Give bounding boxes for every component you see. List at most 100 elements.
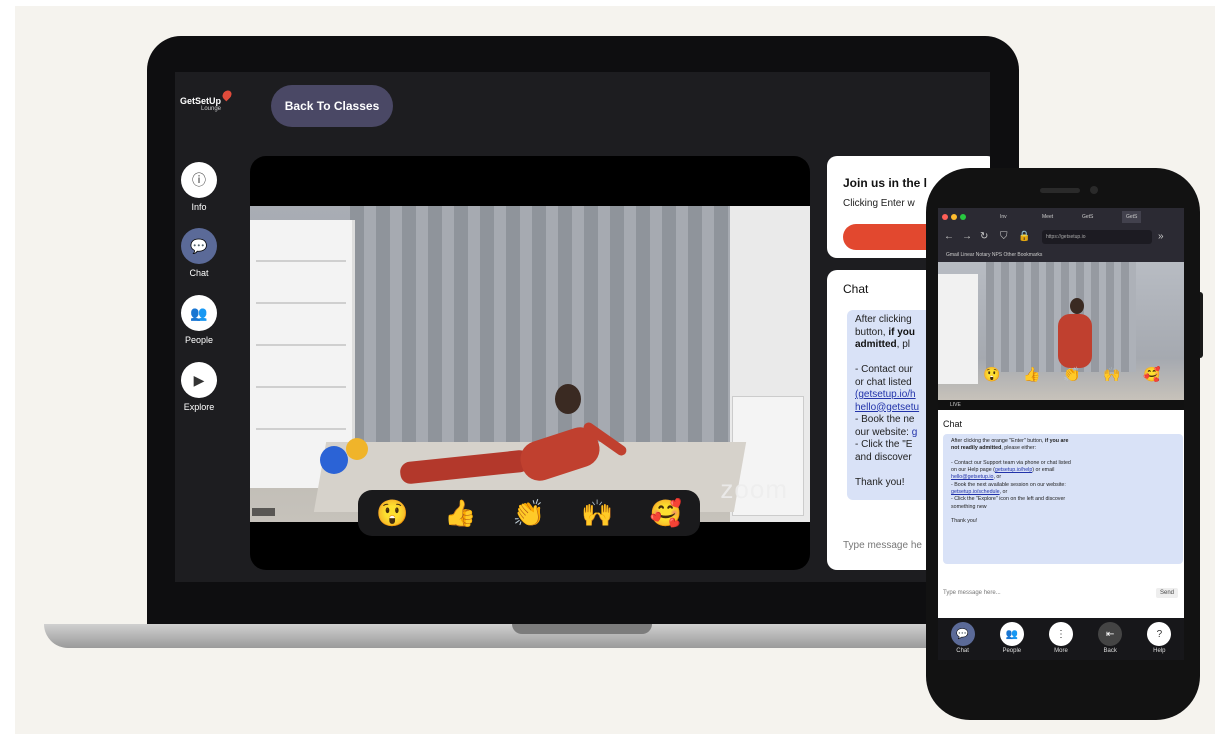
chat-title: Chat [843, 282, 869, 296]
close-window-icon[interactable] [942, 214, 948, 220]
exercise-ball [346, 438, 368, 460]
nav-item-more[interactable]: ⋮ More [1044, 622, 1078, 654]
reaction-bar: 😲 👍 👏 🙌 🥰 [972, 366, 1172, 383]
address-bar[interactable]: https://getsetup.io [1042, 230, 1152, 244]
nav-item-people[interactable]: 👥 People [995, 622, 1029, 654]
nav-item-back[interactable]: ⇤ Back [1093, 622, 1127, 654]
people-icon: 👥 [999, 622, 1024, 646]
forward-arrow-icon[interactable]: → [962, 230, 972, 244]
chat-line: Thank you! [951, 518, 978, 525]
explore-icon: ▶ [181, 362, 217, 398]
video-frame: zoom [250, 206, 810, 522]
phone-bottom-nav: 💬 Chat 👥 People ⋮ More ⇤ Back ? Help [938, 618, 1184, 660]
join-subtitle: Clicking Enter w [843, 198, 915, 209]
nav-item-label: Help [1153, 648, 1166, 654]
shield-icon: ⛉ [1000, 231, 1008, 242]
chat-message: After clicking the orange "Enter" button… [943, 434, 1183, 564]
logo-text: GetSetUp [180, 96, 222, 106]
phone-speaker [1040, 188, 1080, 193]
extensions-icon[interactable]: » [1158, 230, 1164, 244]
help-link[interactable]: getsetup.io/help [995, 467, 1032, 473]
chat-line: not readily admitted, please either: [951, 445, 1037, 452]
lock-icon: 🔒 [1018, 231, 1031, 242]
browser-tab-active[interactable]: GetS [1122, 211, 1142, 223]
instructor [1058, 314, 1092, 368]
chat-icon: 💬 [950, 622, 975, 646]
sidebar-item-label: People [184, 335, 214, 345]
video-player[interactable]: zoom 😲 👍 👏 🙌 🥰 [250, 156, 810, 570]
sidebar-item-info[interactable]: ⓘ Info [179, 162, 219, 212]
instructor [1070, 298, 1084, 314]
sidebar-item-label: Info [191, 202, 207, 212]
astonished-reaction-icon[interactable]: 😲 [983, 366, 1000, 383]
chat-line: - Book the next available session on our… [951, 481, 1066, 488]
reload-icon[interactable]: ↻ [980, 230, 988, 244]
back-arrow-icon[interactable]: ← [944, 230, 954, 244]
browser-tab[interactable]: GetS [1078, 211, 1097, 223]
nav-item-chat[interactable]: 💬 Chat [946, 622, 980, 654]
astonished-reaction-icon[interactable]: 😲 [376, 498, 408, 529]
phone-camera [1090, 186, 1098, 194]
browser-tab[interactable]: Meet [1038, 211, 1057, 223]
participant-name-tag [252, 508, 275, 516]
nav-item-label: More [1054, 648, 1068, 654]
phone-frame: Inv Meet GetS GetS ← → ↻ ⛉ 🔒 https://get… [926, 168, 1200, 720]
reaction-bar: 😲 👍 👏 🙌 🥰 [358, 490, 700, 536]
minimize-window-icon[interactable] [951, 214, 957, 220]
email-link[interactable]: hello@getsetu [855, 402, 919, 413]
logo-sub: Lounge [200, 106, 222, 112]
heart-face-reaction-icon[interactable]: 🥰 [650, 498, 682, 529]
heart-face-reaction-icon[interactable]: 🥰 [1143, 366, 1160, 383]
instructor [555, 384, 581, 414]
nav-item-label: Back [1103, 648, 1117, 654]
raised-hands-reaction-icon[interactable]: 🙌 [581, 498, 613, 529]
zoom-watermark: zoom [720, 474, 788, 504]
sidebar-item-people[interactable]: 👥 People [179, 295, 219, 345]
chat-title: Chat [943, 419, 963, 429]
sidebar-item-label: Chat [189, 268, 209, 278]
back-icon: ⇤ [1098, 622, 1123, 646]
phone-video[interactable]: 😲 👍 👏 🙌 🥰 [938, 262, 1184, 400]
video-controls[interactable]: LIVE [938, 400, 1184, 410]
info-icon: ⓘ [181, 162, 217, 198]
email-link[interactable]: hello@getsetup.io [951, 474, 993, 480]
exercise-ball [320, 446, 348, 474]
chat-line: on our Help page (getsetup.io/help) or e… [951, 467, 1055, 474]
nav-item-help[interactable]: ? Help [1142, 622, 1176, 654]
help-link[interactable]: (getsetup.io/h [855, 389, 916, 400]
maximize-window-icon[interactable] [960, 214, 966, 220]
bookmarks-bar[interactable]: Gmail Linear Notary NPS Other Bookmarks [938, 248, 1184, 262]
join-title: Join us in the l [843, 176, 928, 190]
phone-screen: Inv Meet GetS GetS ← → ↻ ⛉ 🔒 https://get… [938, 208, 1184, 660]
sidebar-item-explore[interactable]: ▶ Explore [179, 362, 219, 412]
curtain [350, 206, 730, 451]
browser-tab-bar: Inv Meet GetS GetS [938, 208, 1184, 226]
laptop-notch [512, 624, 652, 634]
clapping-reaction-icon[interactable]: 👏 [1063, 366, 1080, 383]
chat-line: After clicking the orange "Enter" button… [951, 438, 1069, 444]
schedule-link[interactable]: g [912, 427, 918, 438]
sidebar-item-label: Explore [183, 402, 215, 412]
thumbs-up-reaction-icon[interactable]: 👍 [444, 498, 476, 529]
browser-tab[interactable]: Inv [996, 211, 1011, 223]
chat-input[interactable]: Type message he [843, 540, 922, 551]
chat-line: - Click the "Explore" icon on the left a… [951, 496, 1066, 503]
chat-line: something new [951, 503, 987, 510]
raised-hands-reaction-icon[interactable]: 🙌 [1103, 366, 1120, 383]
chat-line: getsetup.io/schedule, or [951, 489, 1008, 496]
people-icon: 👥 [181, 295, 217, 331]
chat-line: - Contact our Support team via phone or … [951, 459, 1071, 466]
app-logo[interactable]: GetSetUp Lounge [180, 88, 234, 112]
back-to-classes-button[interactable]: Back To Classes [271, 85, 393, 127]
help-icon: ? [1147, 622, 1172, 646]
logo-mark-icon [220, 88, 234, 102]
more-icon: ⋮ [1048, 622, 1073, 646]
sidebar-item-chat[interactable]: 💬 Chat [179, 228, 219, 278]
thumbs-up-reaction-icon[interactable]: 👍 [1023, 366, 1040, 383]
chat-input[interactable]: Type message here... [943, 590, 1001, 596]
nav-item-label: People [1002, 648, 1022, 654]
send-button[interactable]: Send [1155, 588, 1178, 598]
clapping-reaction-icon[interactable]: 👏 [513, 498, 545, 529]
schedule-link[interactable]: getsetup.io/schedule [951, 489, 1000, 495]
chat-icon: 💬 [181, 228, 217, 264]
